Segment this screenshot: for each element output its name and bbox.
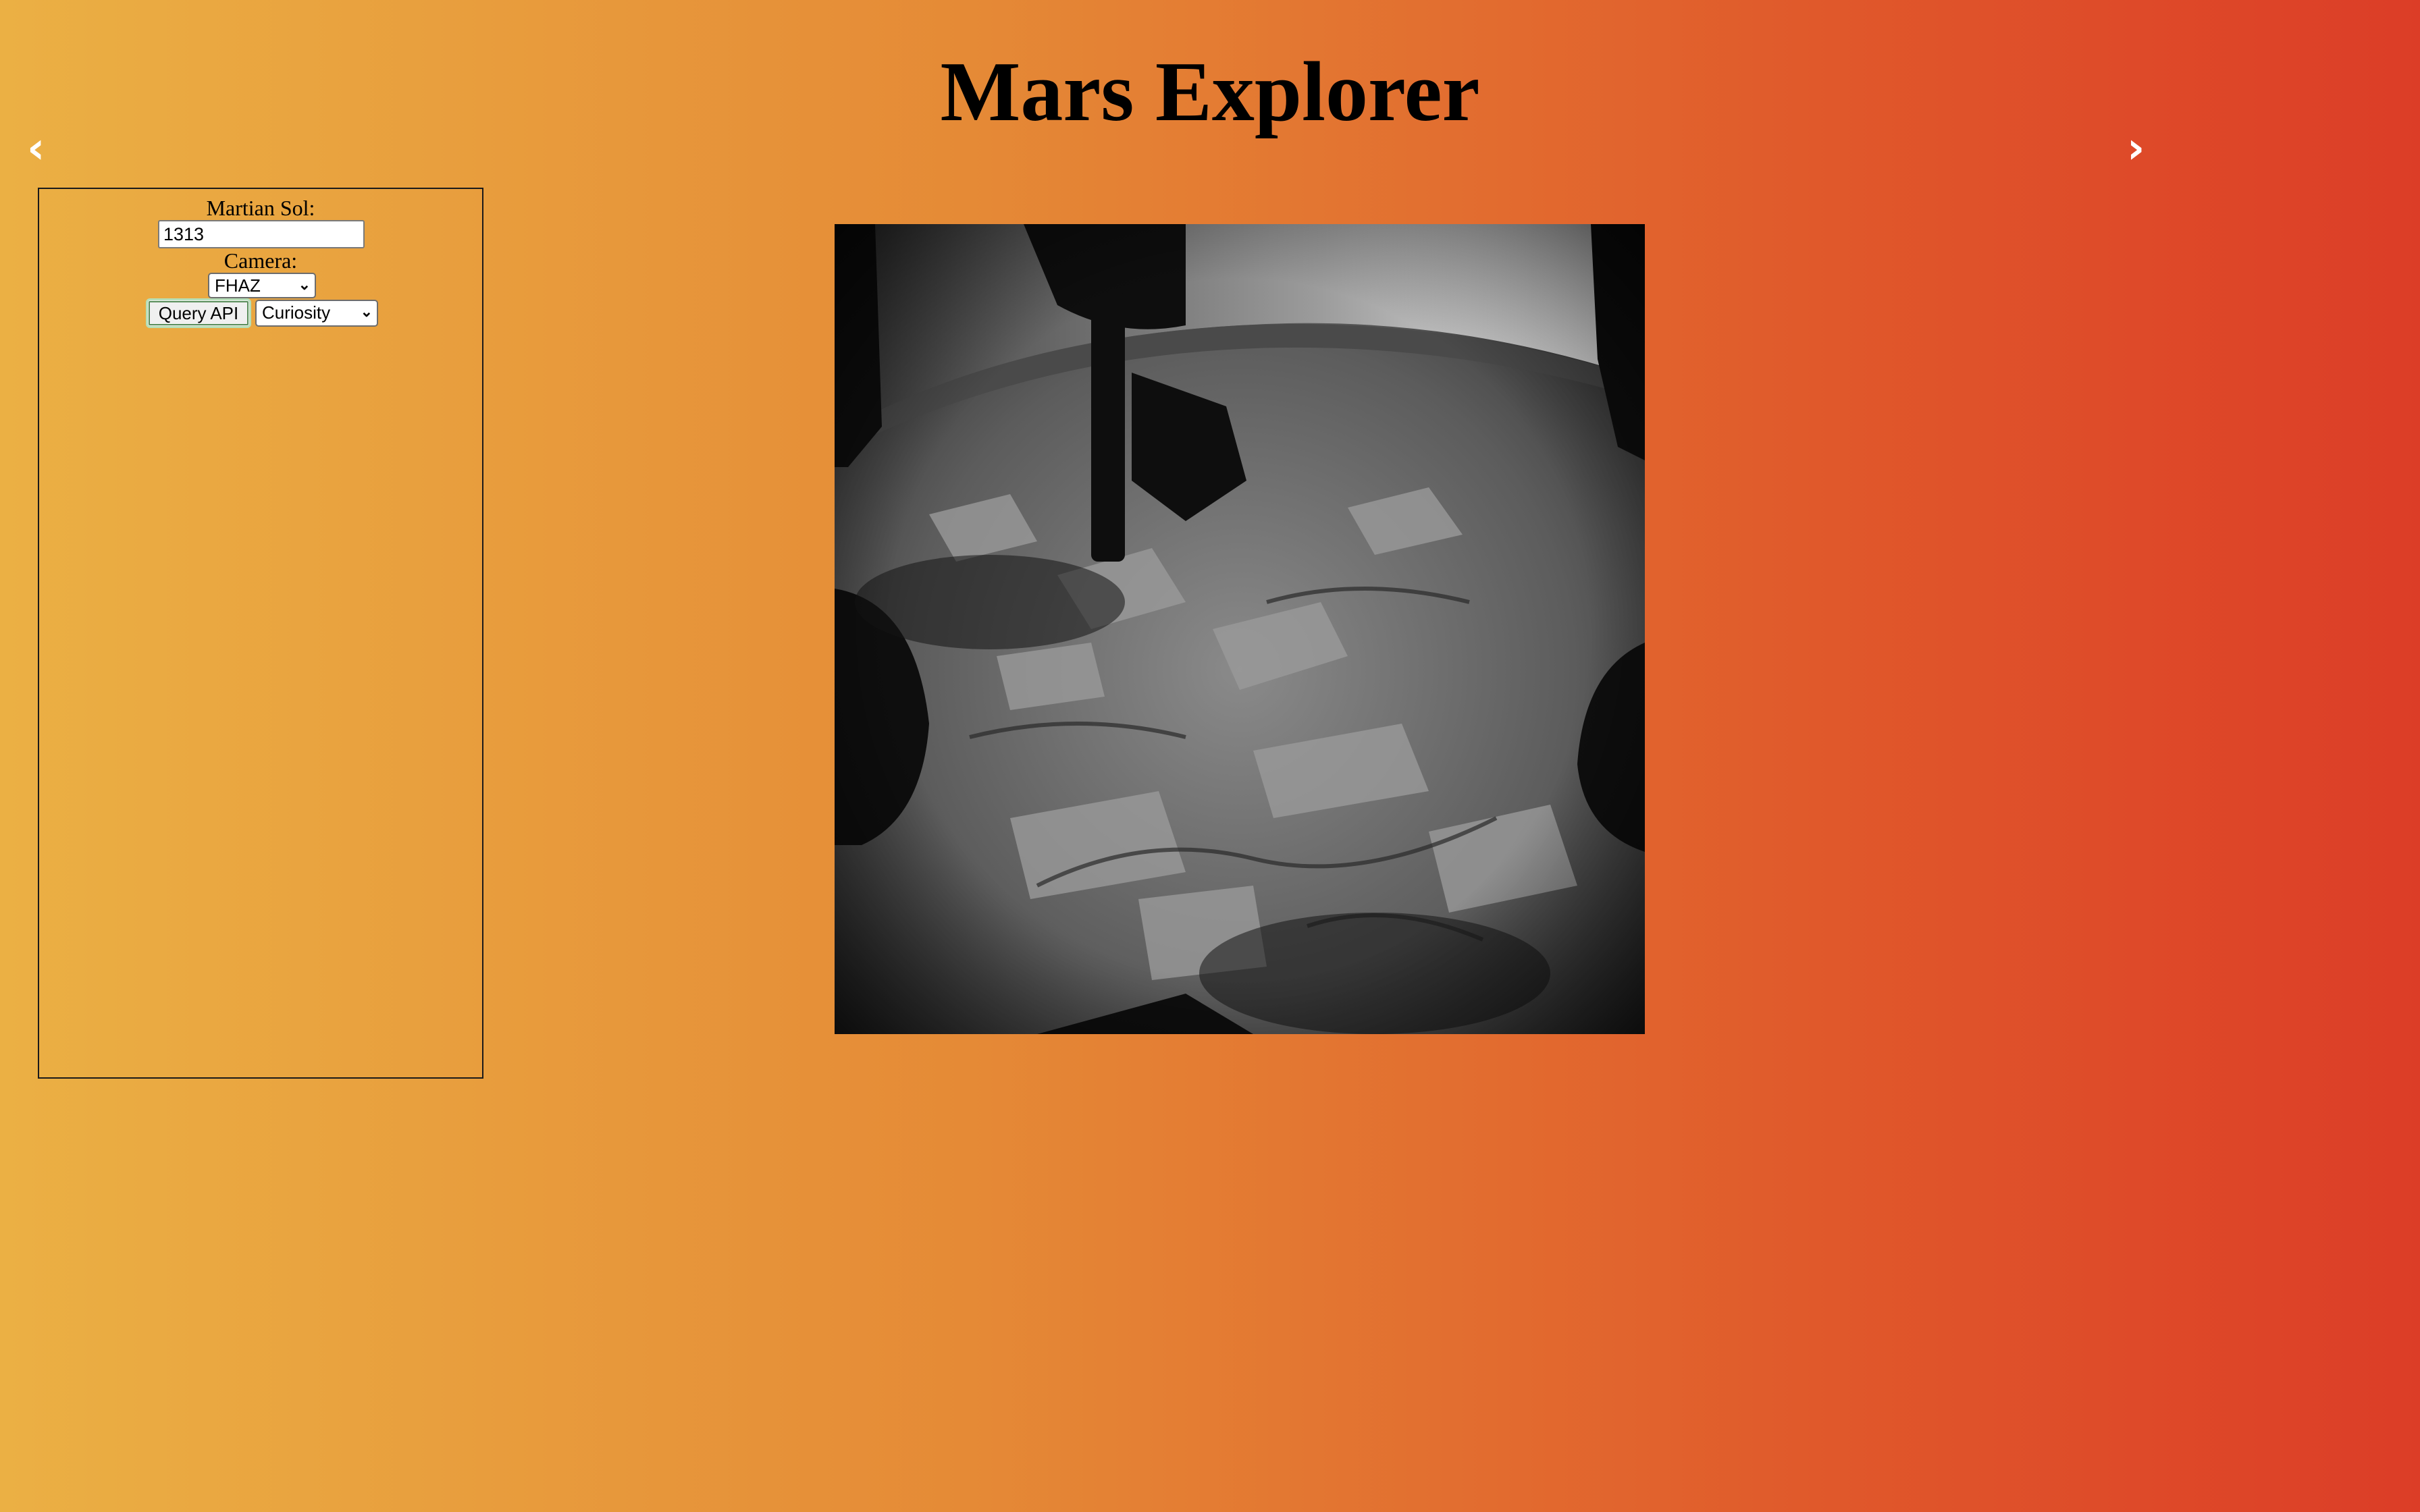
- rover-photo-image: [835, 224, 1645, 1034]
- sol-label: Martian Sol:: [206, 196, 315, 220]
- query-panel: Martian Sol: Camera: FHAZ ⌄ Query API Cu…: [38, 188, 483, 1079]
- camera-select-value: FHAZ: [215, 275, 261, 296]
- chevron-left-icon[interactable]: ‹: [27, 122, 45, 176]
- camera-label: Camera:: [223, 248, 298, 273]
- chevron-down-icon: ⌄: [360, 303, 373, 320]
- rover-photo: [835, 224, 1645, 1034]
- chevron-down-icon: ⌄: [298, 276, 311, 293]
- rover-select[interactable]: Curiosity ⌄: [255, 300, 378, 327]
- query-api-button[interactable]: Query API: [146, 298, 251, 328]
- page-title: Mars Explorer: [940, 45, 1480, 139]
- camera-select[interactable]: FHAZ ⌄: [208, 273, 316, 298]
- rover-select-value: Curiosity: [262, 302, 331, 323]
- chevron-right-icon[interactable]: ›: [2127, 122, 2145, 176]
- sol-input[interactable]: [158, 220, 365, 248]
